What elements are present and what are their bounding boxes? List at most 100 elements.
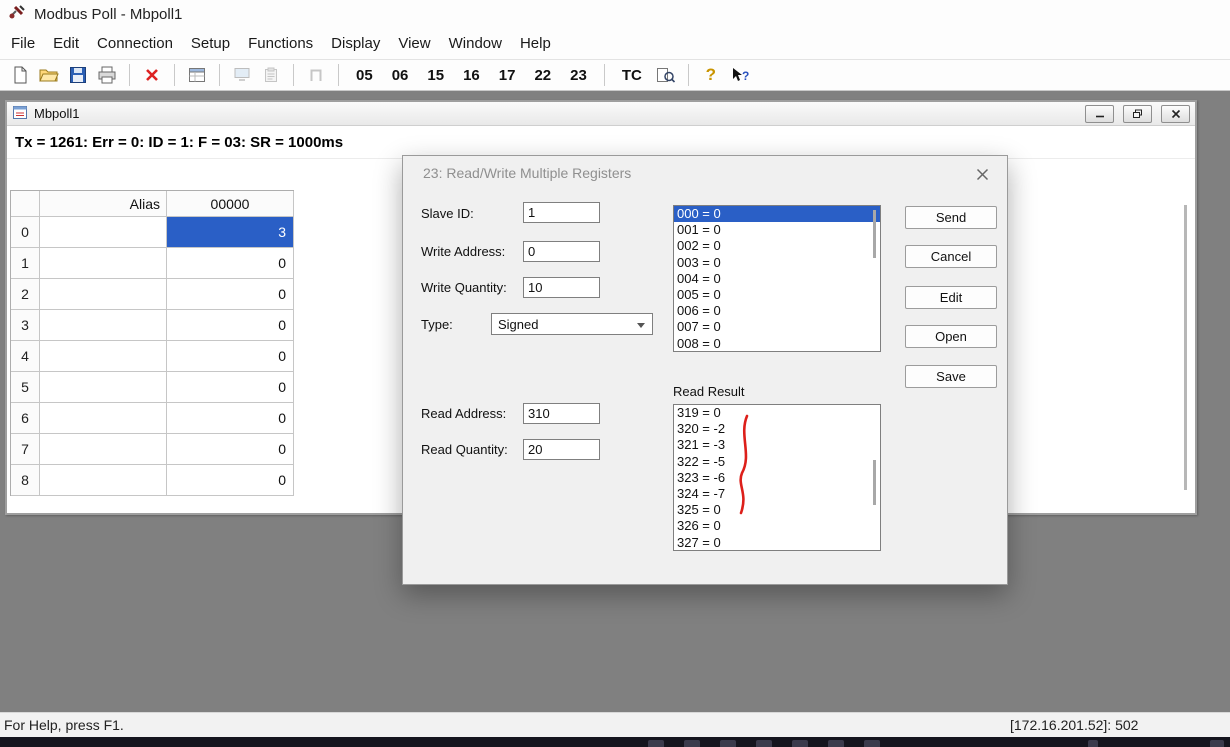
list-item[interactable]: 327 = 0 bbox=[674, 535, 880, 551]
list-item[interactable]: 002 = 0 bbox=[674, 238, 880, 254]
list-item[interactable]: 322 = -5 bbox=[674, 454, 880, 470]
alias-cell[interactable] bbox=[40, 434, 167, 465]
value-cell-selected[interactable]: 3 bbox=[167, 217, 294, 248]
taskbar-icon[interactable] bbox=[684, 740, 700, 747]
minimize-button[interactable] bbox=[1085, 105, 1114, 123]
read-address-input[interactable] bbox=[523, 403, 600, 424]
open-button[interactable]: Open bbox=[905, 325, 997, 348]
menu-window[interactable]: Window bbox=[440, 30, 511, 57]
listbox-scrollbar[interactable] bbox=[873, 460, 876, 505]
menu-display[interactable]: Display bbox=[322, 30, 389, 57]
grid-header-register[interactable]: 00000 bbox=[167, 191, 294, 217]
alias-cell[interactable] bbox=[40, 279, 167, 310]
open-folder-icon[interactable] bbox=[37, 62, 61, 88]
alias-cell[interactable] bbox=[40, 465, 167, 496]
value-cell[interactable]: 0 bbox=[167, 279, 294, 310]
document-titlebar[interactable]: Mbpoll1 bbox=[7, 102, 1195, 126]
read-quantity-input[interactable] bbox=[523, 439, 600, 460]
grid-vertical-scrollbar[interactable] bbox=[1184, 205, 1187, 490]
list-item[interactable]: 004 = 0 bbox=[674, 271, 880, 287]
connect-pole-icon[interactable] bbox=[304, 62, 328, 88]
function-22-button[interactable]: 22 bbox=[527, 62, 558, 88]
row-number-cell[interactable]: 1 bbox=[11, 248, 40, 279]
reset-counters-icon[interactable] bbox=[140, 62, 164, 88]
row-number-cell[interactable]: 3 bbox=[11, 310, 40, 341]
context-help-icon[interactable]: ? bbox=[728, 62, 752, 88]
grid-header-alias[interactable]: Alias bbox=[40, 191, 167, 217]
taskbar-icon[interactable] bbox=[720, 740, 736, 747]
taskbar-tray-icon[interactable] bbox=[1210, 740, 1224, 747]
function-23-button[interactable]: 23 bbox=[563, 62, 594, 88]
alias-cell[interactable] bbox=[40, 403, 167, 434]
write-address-input[interactable] bbox=[523, 241, 600, 262]
list-item[interactable]: 000 = 0 bbox=[674, 206, 880, 222]
list-item[interactable]: 320 = -2 bbox=[674, 421, 880, 437]
menu-connection[interactable]: Connection bbox=[88, 30, 182, 57]
restore-button[interactable] bbox=[1123, 105, 1152, 123]
menu-file[interactable]: File bbox=[2, 30, 44, 57]
type-select[interactable]: Signed bbox=[491, 313, 653, 335]
save-icon[interactable] bbox=[66, 62, 90, 88]
row-number-cell[interactable]: 2 bbox=[11, 279, 40, 310]
cancel-button[interactable]: Cancel bbox=[905, 245, 997, 268]
new-file-icon[interactable] bbox=[8, 62, 32, 88]
row-number-cell[interactable]: 5 bbox=[11, 372, 40, 403]
dialog-close-icon[interactable] bbox=[971, 164, 993, 184]
menu-setup[interactable]: Setup bbox=[182, 30, 239, 57]
list-item[interactable]: 319 = 0 bbox=[674, 405, 880, 421]
display-communication-icon[interactable] bbox=[230, 62, 254, 88]
slave-id-input[interactable] bbox=[523, 202, 600, 223]
list-item[interactable]: 005 = 0 bbox=[674, 287, 880, 303]
value-cell[interactable]: 0 bbox=[167, 372, 294, 403]
alias-cell[interactable] bbox=[40, 217, 167, 248]
taskbar-icon[interactable] bbox=[828, 740, 844, 747]
list-item[interactable]: 326 = 0 bbox=[674, 518, 880, 534]
alias-cell[interactable] bbox=[40, 372, 167, 403]
row-number-cell[interactable]: 7 bbox=[11, 434, 40, 465]
menu-functions[interactable]: Functions bbox=[239, 30, 322, 57]
function-16-button[interactable]: 16 bbox=[456, 62, 487, 88]
print-icon[interactable] bbox=[95, 62, 119, 88]
value-cell[interactable]: 0 bbox=[167, 465, 294, 496]
save-button[interactable]: Save bbox=[905, 365, 997, 388]
taskbar-icon[interactable] bbox=[756, 740, 772, 747]
taskbar-icon[interactable] bbox=[792, 740, 808, 747]
alias-cell[interactable] bbox=[40, 248, 167, 279]
list-item[interactable]: 006 = 0 bbox=[674, 303, 880, 319]
menu-help[interactable]: Help bbox=[511, 30, 560, 57]
help-icon[interactable]: ? bbox=[699, 62, 723, 88]
function-06-button[interactable]: 06 bbox=[385, 62, 416, 88]
alias-cell[interactable] bbox=[40, 341, 167, 372]
row-number-cell[interactable]: 4 bbox=[11, 341, 40, 372]
dialog-titlebar[interactable]: 23: Read/Write Multiple Registers bbox=[403, 156, 1007, 190]
row-number-cell[interactable]: 0 bbox=[11, 217, 40, 248]
value-cell[interactable]: 0 bbox=[167, 434, 294, 465]
value-cell[interactable]: 0 bbox=[167, 310, 294, 341]
list-item[interactable]: 325 = 0 bbox=[674, 502, 880, 518]
taskbar-tray-icon[interactable] bbox=[1088, 740, 1098, 747]
row-number-cell[interactable]: 8 bbox=[11, 465, 40, 496]
row-number-cell[interactable]: 6 bbox=[11, 403, 40, 434]
list-item[interactable]: 323 = -6 bbox=[674, 470, 880, 486]
send-button[interactable]: Send bbox=[905, 206, 997, 229]
list-item[interactable]: 003 = 0 bbox=[674, 255, 880, 271]
communication-traffic-icon[interactable] bbox=[654, 62, 678, 88]
list-item[interactable]: 321 = -3 bbox=[674, 437, 880, 453]
function-17-button[interactable]: 17 bbox=[492, 62, 523, 88]
list-item[interactable]: 324 = -7 bbox=[674, 486, 880, 502]
menu-edit[interactable]: Edit bbox=[44, 30, 88, 57]
list-item[interactable]: 008 = 0 bbox=[674, 336, 880, 352]
read-write-definition-icon[interactable] bbox=[185, 62, 209, 88]
value-cell[interactable]: 0 bbox=[167, 248, 294, 279]
close-button[interactable] bbox=[1161, 105, 1190, 123]
alias-cell[interactable] bbox=[40, 310, 167, 341]
value-cell[interactable]: 0 bbox=[167, 341, 294, 372]
app-titlebar[interactable]: Modbus Poll - Mbpoll1 bbox=[0, 0, 1230, 28]
edit-button[interactable]: Edit bbox=[905, 286, 997, 309]
listbox-scrollbar[interactable] bbox=[873, 210, 876, 258]
function-15-button[interactable]: 15 bbox=[420, 62, 451, 88]
function-05-button[interactable]: 05 bbox=[349, 62, 380, 88]
taskbar-icon[interactable] bbox=[648, 740, 664, 747]
communication-log-icon[interactable] bbox=[259, 62, 283, 88]
list-item[interactable]: 007 = 0 bbox=[674, 319, 880, 335]
